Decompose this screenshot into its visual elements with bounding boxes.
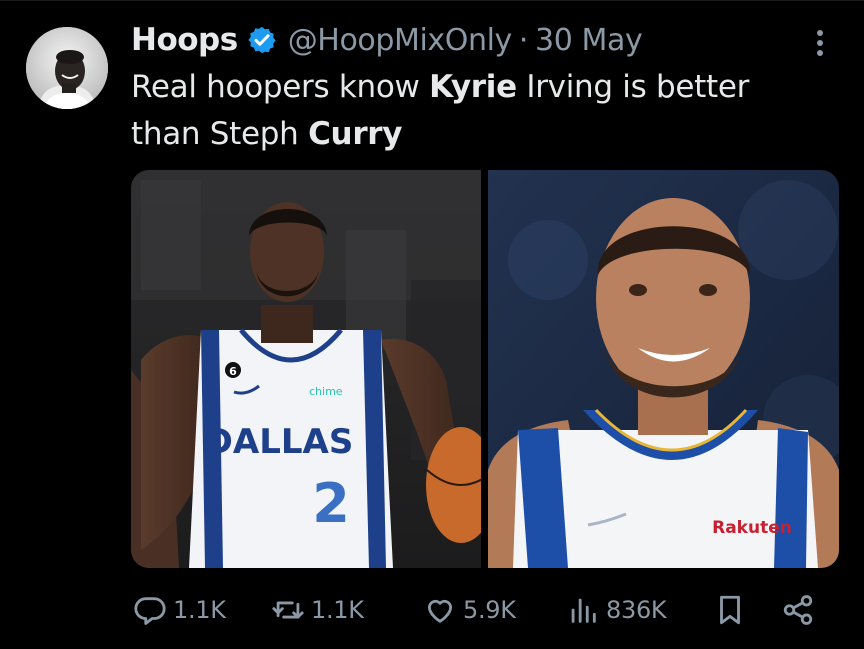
jersey-sponsor-rakuten: Rakuten: [712, 518, 792, 538]
separator-dot: ·: [518, 22, 529, 58]
verified-badge-icon: [247, 25, 277, 55]
profile-avatar[interactable]: [26, 27, 108, 109]
repost-count: 1.1K: [311, 596, 364, 624]
tweet-media[interactable]: 6 chime DALLAS 2 Rakuten: [131, 170, 839, 568]
tweet-text: Real hoopers know Kyrie Irving is better…: [131, 64, 821, 158]
views-chart-icon: [566, 593, 600, 627]
reply-icon: [133, 593, 167, 627]
media-photo-steph-curry[interactable]: Rakuten: [488, 170, 839, 568]
author-handle[interactable]: @HoopMixOnly: [288, 23, 513, 58]
more-options-icon[interactable]: [808, 26, 832, 60]
like-count: 5.9K: [463, 596, 516, 624]
repost-button[interactable]: 1.1K: [271, 588, 364, 632]
avatar-image: [26, 27, 108, 109]
jersey-patch-number: 6: [229, 365, 237, 378]
tweet-actions-bar: 1.1K 1.1K 5.9K 836K: [131, 588, 831, 632]
author-display-name[interactable]: Hoops: [131, 22, 238, 58]
divider: [0, 0, 864, 1]
tweet-text-bold-kyrie: Kyrie: [429, 69, 517, 105]
tweet-text-bold-curry: Curry: [308, 116, 403, 152]
jersey-team-name: DALLAS: [205, 422, 354, 462]
reply-count: 1.1K: [173, 596, 226, 624]
tweet-timestamp[interactable]: 30 May: [535, 23, 643, 58]
tweet-header: Hoops @HoopMixOnly · 30 May: [131, 20, 643, 60]
jersey-number: 2: [312, 472, 350, 535]
tweet-card[interactable]: Hoops @HoopMixOnly · 30 May Real hoopers…: [0, 0, 864, 649]
views-button[interactable]: 836K: [566, 588, 667, 632]
bookmark-icon: [713, 593, 747, 627]
jersey-sponsor-chime: chime: [309, 385, 343, 398]
repost-icon: [271, 593, 305, 627]
bookmark-button[interactable]: [713, 588, 747, 632]
share-button[interactable]: [781, 588, 815, 632]
tweet-text-part: Real hoopers know: [131, 69, 430, 105]
views-count: 836K: [606, 596, 667, 624]
reply-button[interactable]: 1.1K: [133, 588, 226, 632]
share-icon: [781, 593, 815, 627]
media-photo-kyrie-irving[interactable]: 6 chime DALLAS 2: [131, 170, 481, 568]
like-button[interactable]: 5.9K: [423, 588, 516, 632]
heart-icon: [423, 593, 457, 627]
